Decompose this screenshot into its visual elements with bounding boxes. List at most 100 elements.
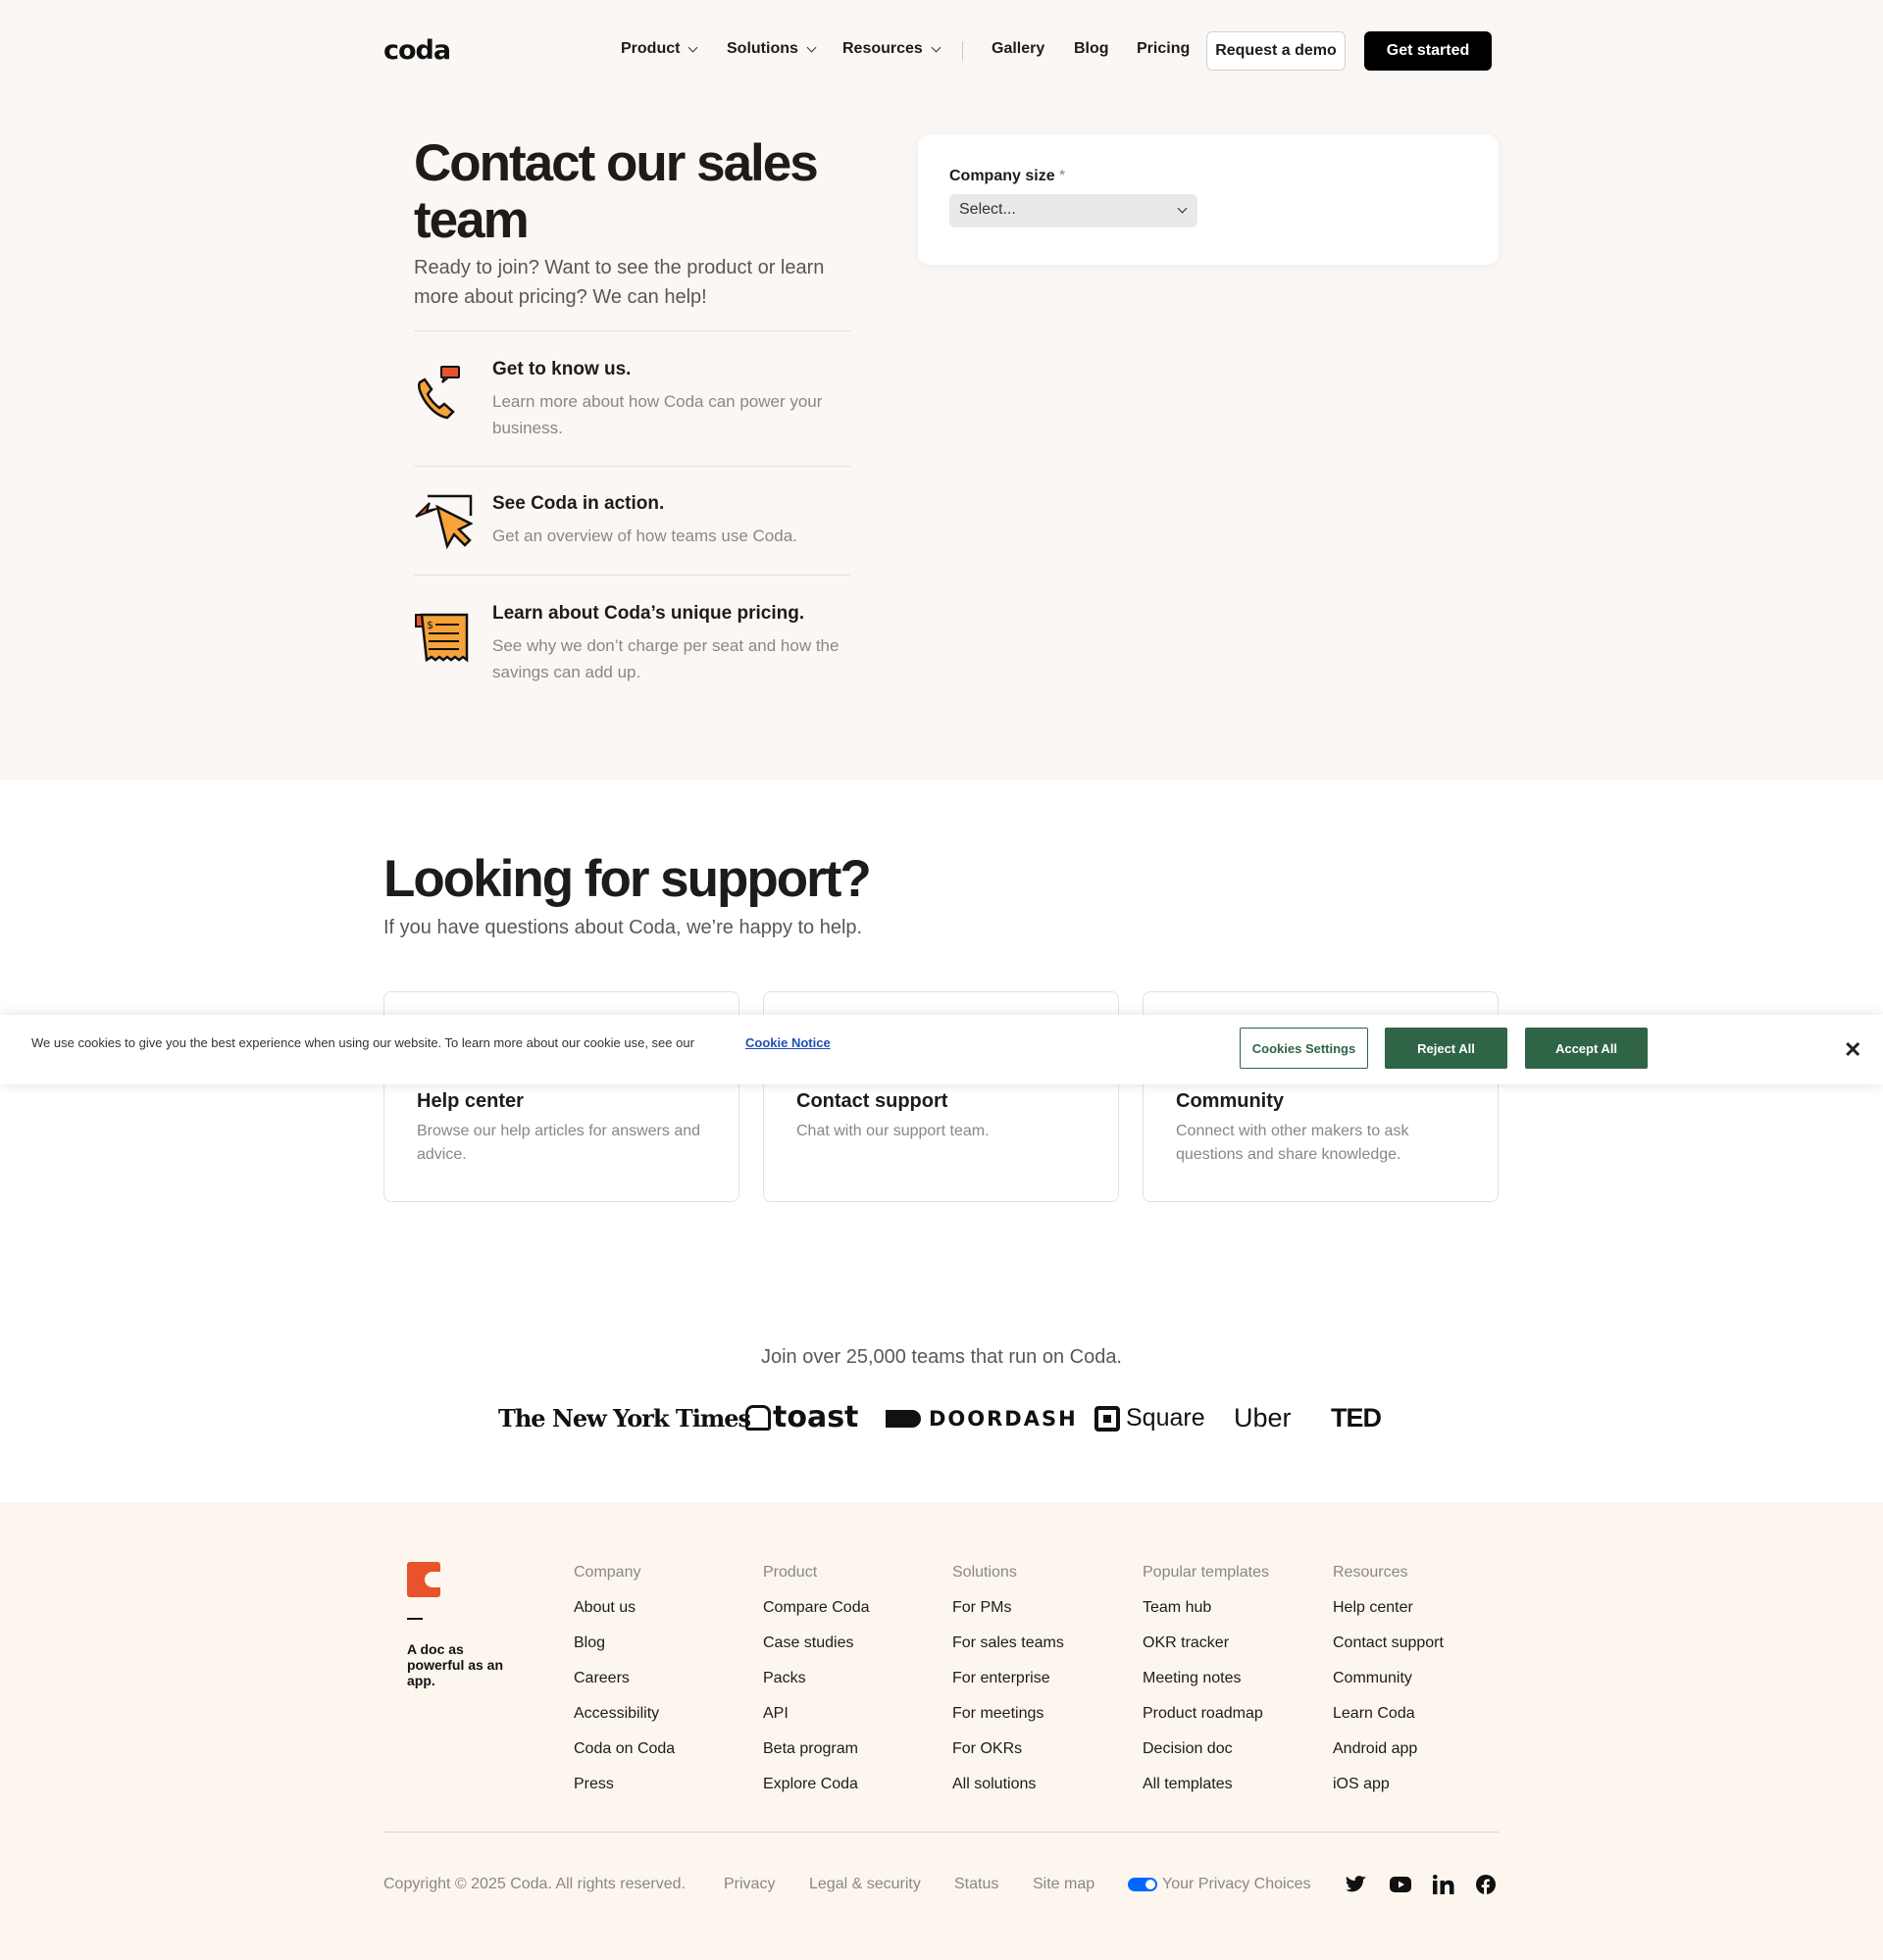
card-title: Community: [1176, 1090, 1284, 1112]
card-title: Contact support: [796, 1090, 948, 1112]
footer-tagline: A doc as powerful as an app.: [407, 1641, 504, 1688]
footer-divider: [383, 1832, 1499, 1833]
request-demo-button[interactable]: Request a demo: [1206, 31, 1346, 71]
footer-link[interactable]: Case studies: [763, 1634, 870, 1670]
support-title: Looking for support?: [383, 850, 872, 908]
footer-link[interactable]: For OKRs: [952, 1740, 1064, 1776]
nav-divider: [962, 41, 963, 61]
footer-heading: Product: [763, 1564, 818, 1581]
footer-link[interactable]: Product roadmap: [1143, 1705, 1269, 1740]
feature-description: See why we don’t charge per seat and how…: [492, 636, 840, 681]
footer-link[interactable]: Team hub: [1143, 1599, 1269, 1634]
nav-product[interactable]: Product: [621, 40, 698, 58]
reject-all-button[interactable]: Reject All: [1385, 1028, 1507, 1069]
support-subtitle: If you have questions about Coda, we’re …: [383, 917, 863, 938]
footer-link[interactable]: Blog: [574, 1634, 675, 1670]
cookie-notice-link[interactable]: Cookie Notice: [745, 1035, 831, 1050]
phone-icon: [414, 359, 473, 422]
footer-link[interactable]: API: [763, 1705, 870, 1740]
chevron-down-icon: [688, 42, 698, 52]
footer-link[interactable]: Accessibility: [574, 1705, 675, 1740]
company-size-label: Company size *: [949, 168, 1066, 184]
footer-link[interactable]: For sales teams: [952, 1634, 1064, 1670]
legal-security-link[interactable]: Legal & security: [809, 1876, 921, 1893]
footer-link[interactable]: About us: [574, 1599, 675, 1634]
cookie-banner: We use cookies to give you the best expe…: [0, 1015, 1883, 1084]
twitter-icon[interactable]: [1346, 1874, 1367, 1895]
square-logo: Square: [1094, 1404, 1205, 1432]
footer-link[interactable]: OKR tracker: [1143, 1634, 1269, 1670]
company-size-select[interactable]: Select...: [949, 194, 1197, 227]
chevron-down-icon: [806, 42, 817, 52]
feature-title: See Coda in action.: [492, 493, 665, 514]
footer-link[interactable]: Android app: [1333, 1740, 1444, 1776]
receipt-icon: $: [414, 603, 473, 666]
footer-link[interactable]: Coda on Coda: [574, 1740, 675, 1776]
footer-link[interactable]: Meeting notes: [1143, 1670, 1269, 1705]
footer-column-company: Company About us Blog Careers Accessibil…: [574, 1564, 675, 1811]
get-started-button[interactable]: Get started: [1364, 31, 1492, 71]
footer-link[interactable]: Decision doc: [1143, 1740, 1269, 1776]
cookie-text: We use cookies to give you the best expe…: [31, 1035, 694, 1050]
footer-link[interactable]: All solutions: [952, 1776, 1064, 1811]
close-icon[interactable]: ✕: [1844, 1037, 1861, 1063]
footer-link[interactable]: Press: [574, 1776, 675, 1811]
footer-link[interactable]: Contact support: [1333, 1634, 1444, 1670]
footer-link[interactable]: Careers: [574, 1670, 675, 1705]
cookies-settings-button[interactable]: Cookies Settings: [1240, 1028, 1368, 1069]
facebook-icon[interactable]: [1475, 1874, 1497, 1895]
footer-heading: Popular templates: [1143, 1564, 1269, 1581]
linkedin-icon[interactable]: [1433, 1874, 1454, 1895]
privacy-toggle-icon: [1128, 1878, 1157, 1891]
coda-mark-icon[interactable]: [407, 1562, 440, 1597]
footer: A doc as powerful as an app. Company Abo…: [0, 1502, 1883, 1960]
nav-gallery[interactable]: Gallery: [992, 40, 1044, 58]
youtube-icon[interactable]: [1390, 1874, 1411, 1895]
feature-title: Learn about Coda’s unique pricing.: [492, 603, 805, 624]
accept-all-button[interactable]: Accept All: [1525, 1028, 1648, 1069]
chevron-down-icon: [931, 42, 942, 52]
footer-heading: Resources: [1333, 1564, 1408, 1581]
footer-link[interactable]: For enterprise: [952, 1670, 1064, 1705]
card-description: Chat with our support team.: [796, 1123, 990, 1139]
nav-resources[interactable]: Resources: [842, 40, 942, 58]
feature-item: See Coda in action. Get an overview of h…: [414, 493, 850, 556]
footer-link[interactable]: For meetings: [952, 1705, 1064, 1740]
card-description: Connect with other makers to ask questio…: [1176, 1123, 1409, 1163]
status-link[interactable]: Status: [954, 1876, 998, 1893]
doordash-logo: DOORDASH: [886, 1407, 1078, 1431]
footer-link[interactable]: Help center: [1333, 1599, 1444, 1634]
footer-link[interactable]: Explore Coda: [763, 1776, 870, 1811]
footer-link[interactable]: Packs: [763, 1670, 870, 1705]
privacy-link[interactable]: Privacy: [724, 1876, 775, 1893]
divider: [414, 330, 850, 331]
page-title: Contact our sales team: [414, 134, 819, 249]
footer-column-solutions: Solutions For PMs For sales teams For en…: [952, 1564, 1064, 1811]
footer-link[interactable]: Learn Coda: [1333, 1705, 1444, 1740]
footer-link[interactable]: Beta program: [763, 1740, 870, 1776]
hero-subtitle: Ready to join? Want to see the product o…: [414, 257, 825, 308]
uber-logo: Uber: [1234, 1403, 1292, 1432]
footer-link[interactable]: Compare Coda: [763, 1599, 870, 1634]
feature-title: Get to know us.: [492, 359, 632, 379]
footer-link[interactable]: All templates: [1143, 1776, 1269, 1811]
divider: [407, 1618, 423, 1620]
divider: [414, 575, 850, 576]
svg-text:$: $: [427, 619, 433, 631]
footer-link[interactable]: For PMs: [952, 1599, 1064, 1634]
copyright-text: Copyright © 2025 Coda. All rights reserv…: [383, 1876, 686, 1892]
nav-solutions[interactable]: Solutions: [727, 40, 817, 58]
hero-section: coda Product Solutions Resources Gallery…: [0, 0, 1883, 779]
coda-logo[interactable]: coda: [383, 35, 451, 66]
footer-link[interactable]: Community: [1333, 1670, 1444, 1705]
nav-blog[interactable]: Blog: [1074, 40, 1109, 58]
footer-column-product: Product Compare Coda Case studies Packs …: [763, 1564, 870, 1811]
divider: [414, 466, 850, 467]
footer-link[interactable]: iOS app: [1333, 1776, 1444, 1811]
site-map-link[interactable]: Site map: [1033, 1876, 1094, 1893]
footer-column-templates: Popular templates Team hub OKR tracker M…: [1143, 1564, 1269, 1811]
feature-item: $ Learn about Coda’s unique pricing. See…: [414, 603, 850, 691]
feature-item: Get to know us. Learn more about how Cod…: [414, 359, 850, 447]
privacy-choices-link[interactable]: Your Privacy Choices: [1128, 1876, 1310, 1893]
nav-pricing[interactable]: Pricing: [1137, 40, 1190, 58]
